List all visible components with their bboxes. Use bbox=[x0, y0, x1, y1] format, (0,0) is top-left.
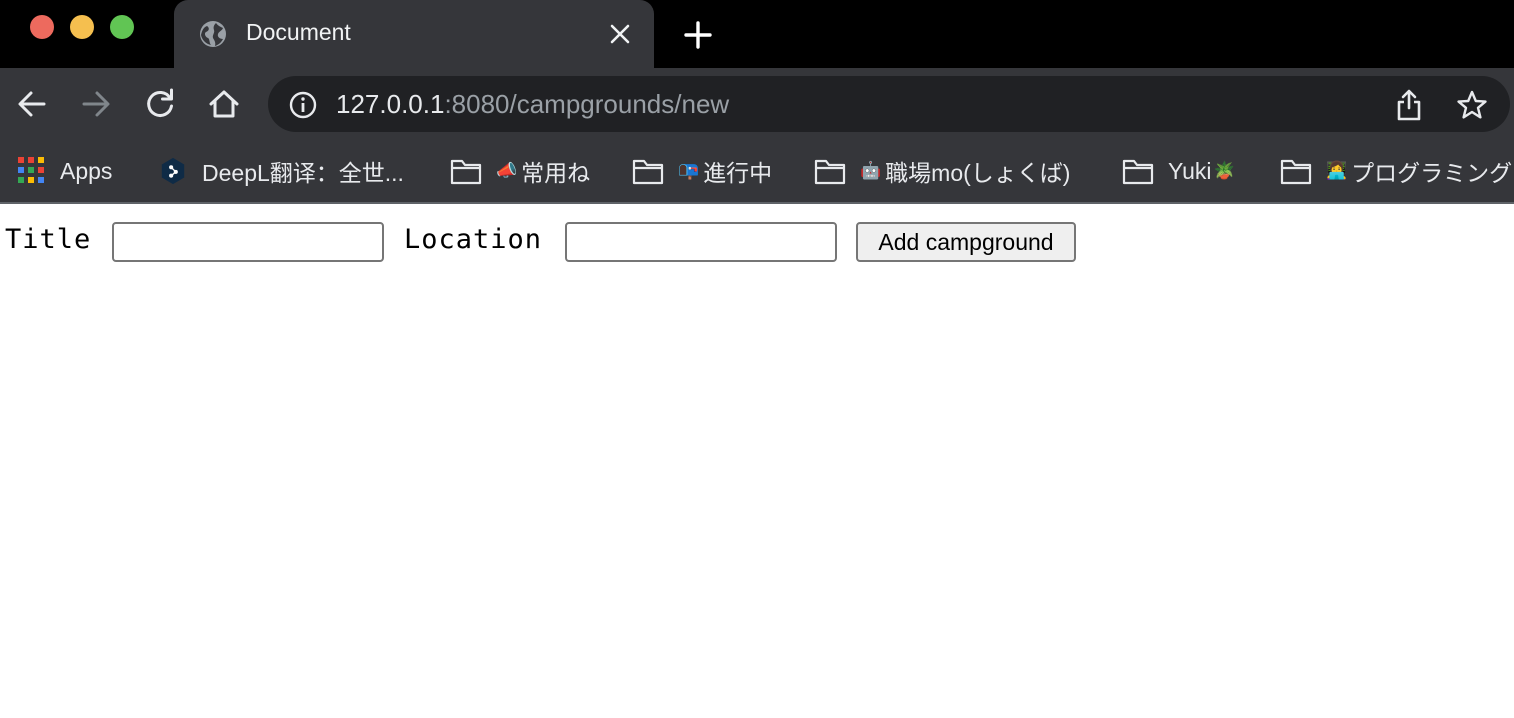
bookmark-label: DeepL翻译：全世... bbox=[202, 160, 404, 186]
folder-icon bbox=[632, 159, 664, 185]
tab-title: Document bbox=[246, 19, 351, 45]
window-close-button[interactable] bbox=[30, 15, 54, 39]
share-icon[interactable] bbox=[1394, 88, 1424, 122]
forward-arrow-icon[interactable] bbox=[78, 86, 114, 122]
tab-document[interactable]: Document bbox=[174, 0, 654, 68]
title-label: Title bbox=[5, 224, 92, 255]
address-bar[interactable]: 127.0.0.1:8080/campgrounds/new bbox=[268, 76, 1510, 132]
bookmark-deepl[interactable]: DeepL翻译：全世... bbox=[158, 140, 404, 202]
megaphone-icon: 📣 bbox=[496, 161, 518, 181]
bookmark-folder-shokuba[interactable]: 🤖 職場mo(しょくば) bbox=[814, 140, 1070, 202]
bookmark-folder-joyo[interactable]: 📣 常用ね bbox=[450, 140, 590, 202]
bookmark-folder-programming[interactable]: 👩‍💻 プログラミング bbox=[1280, 140, 1512, 202]
folder-icon bbox=[814, 159, 846, 185]
page-content: Title Location Add campground bbox=[0, 206, 1514, 718]
location-input[interactable] bbox=[565, 222, 837, 262]
folder-icon bbox=[1122, 159, 1154, 185]
browser-toolbar: 127.0.0.1:8080/campgrounds/new bbox=[0, 68, 1514, 140]
mailbox-icon: 📭 bbox=[678, 161, 700, 181]
back-arrow-icon[interactable] bbox=[14, 86, 50, 122]
globe-icon bbox=[200, 21, 226, 47]
bookmark-label: 常用ね bbox=[521, 160, 591, 186]
technologist-icon: 👩‍💻 bbox=[1326, 161, 1348, 181]
apps-grid-icon bbox=[18, 157, 44, 183]
bookmark-label: Apps bbox=[60, 157, 113, 184]
title-bar: Document bbox=[0, 0, 1514, 68]
window-maximize-button[interactable] bbox=[110, 15, 134, 39]
bookmark-folder-shinkochu[interactable]: 📭 進行中 bbox=[632, 140, 772, 202]
info-icon[interactable] bbox=[288, 90, 318, 120]
folder-icon bbox=[450, 159, 482, 185]
deepl-icon bbox=[161, 157, 185, 185]
url-host: 127.0.0.1 bbox=[336, 89, 445, 119]
bookmark-label: プログラミング bbox=[1351, 160, 1513, 186]
plus-icon[interactable] bbox=[682, 19, 714, 51]
bookmark-label: Yuki bbox=[1168, 157, 1212, 184]
star-icon[interactable] bbox=[1456, 89, 1488, 121]
url-path: :8080/campgrounds/new bbox=[444, 89, 730, 119]
robot-icon: 🤖 bbox=[860, 161, 882, 181]
potted-plant-icon: 🪴 bbox=[1213, 161, 1235, 181]
reload-icon[interactable] bbox=[142, 86, 178, 122]
bookmarks-bar: Apps DeepL翻译：全世... 📣 常用ね 📭 進行中 🤖 職場mo(しょ… bbox=[0, 140, 1514, 204]
bookmark-folder-yuki[interactable]: Yuki 🪴 bbox=[1122, 140, 1239, 202]
location-label: Location bbox=[404, 224, 543, 255]
folder-icon bbox=[1280, 159, 1312, 185]
bookmark-label: 職場mo(しょくば) bbox=[885, 160, 1071, 186]
title-input[interactable] bbox=[112, 222, 384, 262]
window-minimize-button[interactable] bbox=[70, 15, 94, 39]
home-icon[interactable] bbox=[206, 86, 242, 122]
url-text[interactable]: 127.0.0.1:8080/campgrounds/new bbox=[336, 89, 729, 120]
add-campground-button[interactable]: Add campground bbox=[856, 222, 1076, 262]
bookmark-apps[interactable]: Apps bbox=[18, 140, 112, 202]
close-icon[interactable] bbox=[608, 22, 632, 46]
bookmark-label: 進行中 bbox=[703, 160, 773, 186]
